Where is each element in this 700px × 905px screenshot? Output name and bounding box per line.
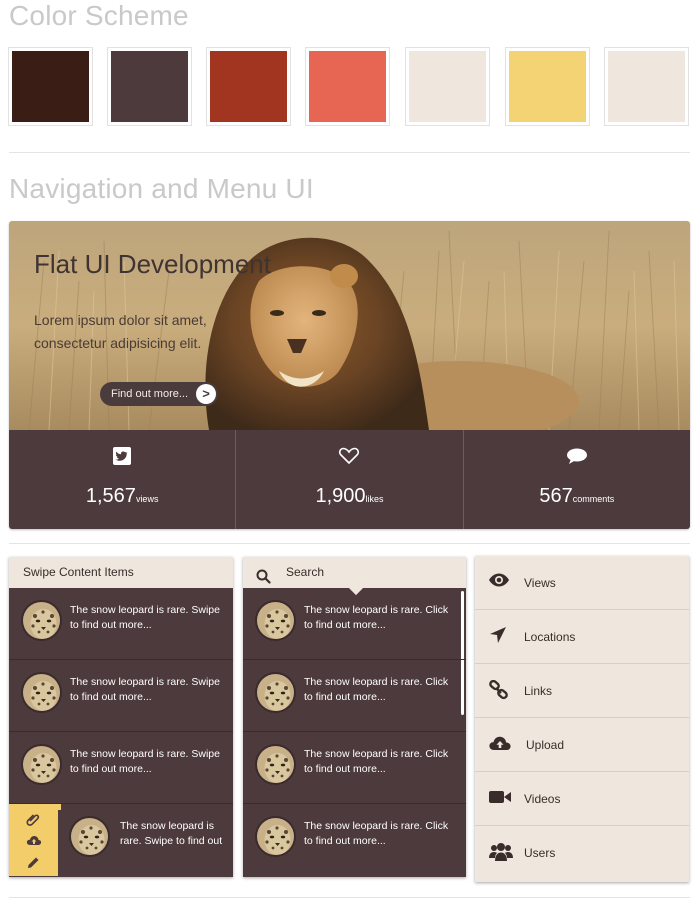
actions-tip bbox=[55, 804, 61, 810]
swatch-5 bbox=[405, 47, 490, 126]
snow-leopard-avatar bbox=[21, 600, 62, 641]
list-item[interactable]: The snow leopard is rare. Swipe to find … bbox=[9, 660, 233, 732]
snow-leopard-avatar bbox=[255, 744, 296, 785]
swatch-6 bbox=[505, 47, 590, 126]
menu-label: Views bbox=[524, 576, 556, 590]
snow-leopard-avatar bbox=[69, 816, 110, 857]
list-item[interactable]: The snow leopard is rare. Click to find … bbox=[243, 660, 466, 732]
menu-item-locations[interactable]: Locations bbox=[475, 610, 689, 664]
list-item-swiped[interactable]: The snow leopard is rare. Swipe to find … bbox=[9, 804, 233, 876]
swatch-7 bbox=[604, 47, 689, 126]
find-out-more-button[interactable]: Find out more... > bbox=[100, 382, 218, 406]
list-item[interactable]: The snow leopard is rare. Click to find … bbox=[243, 732, 466, 804]
list-item[interactable]: The snow leopard is rare. Click to find … bbox=[243, 588, 466, 660]
swatch-fill bbox=[111, 51, 188, 122]
stat-comments[interactable]: 567comments bbox=[464, 430, 690, 529]
item-text: The snow leopard is rare. Swipe to find … bbox=[120, 820, 223, 847]
arrow-right-icon: > bbox=[196, 384, 216, 404]
hero-text-line: consectetur adipisicing elit. bbox=[34, 335, 202, 351]
search-label: Search bbox=[286, 565, 325, 579]
link-icon bbox=[488, 679, 510, 703]
hero-text-line: Lorem ipsum dolor sit amet, bbox=[34, 312, 207, 328]
snow-leopard-avatar bbox=[21, 672, 62, 713]
swatch-fill bbox=[409, 51, 486, 122]
stats-bar: 1,567views 1,900likes 567comments bbox=[9, 430, 690, 529]
stat-value: 567 bbox=[539, 485, 573, 507]
swatch-3 bbox=[206, 47, 291, 126]
stat-views[interactable]: 1,567views bbox=[9, 430, 237, 529]
stat-value: 1,900 bbox=[315, 485, 366, 507]
menu-label: Users bbox=[524, 846, 556, 860]
button-label: Find out more... bbox=[111, 388, 189, 400]
side-menu: Views Locations Links Upload Videos User… bbox=[475, 556, 689, 882]
menu-item-views[interactable]: Views bbox=[475, 556, 689, 610]
divider bbox=[9, 543, 690, 544]
color-scheme-title: Color Scheme bbox=[9, 0, 189, 31]
menu-label: Links bbox=[524, 684, 553, 698]
swatch-2 bbox=[107, 47, 192, 126]
hero-description: Lorem ipsum dolor sit amet, consectetur … bbox=[34, 309, 219, 355]
lion-image: Flat UI Development Lorem ipsum dolor si… bbox=[9, 221, 690, 430]
location-arrow-icon bbox=[488, 626, 508, 647]
swatch-fill bbox=[309, 51, 386, 122]
color-swatches bbox=[8, 47, 690, 127]
item-text: The snow leopard is rare. Click to find … bbox=[304, 676, 449, 703]
snow-leopard-avatar bbox=[255, 672, 296, 713]
swatch-4 bbox=[305, 47, 390, 126]
swatch-fill bbox=[608, 51, 685, 122]
item-text: The snow leopard is rare. Swipe to find … bbox=[70, 748, 220, 775]
heart-icon bbox=[338, 447, 360, 470]
divider bbox=[9, 152, 690, 153]
twitter-icon bbox=[113, 447, 132, 470]
list-item[interactable]: The snow leopard is rare. Swipe to find … bbox=[9, 588, 233, 660]
video-camera-icon bbox=[488, 788, 512, 809]
item-text: The snow leopard is rare. Swipe to find … bbox=[70, 676, 220, 703]
users-icon bbox=[488, 842, 514, 865]
stat-likes[interactable]: 1,900likes bbox=[236, 430, 464, 529]
item-text: The snow leopard is rare. Click to find … bbox=[304, 748, 449, 775]
menu-item-links[interactable]: Links bbox=[475, 664, 689, 718]
navigation-title: Navigation and Menu UI bbox=[9, 173, 314, 204]
menu-item-upload[interactable]: Upload bbox=[475, 718, 689, 772]
snow-leopard-avatar bbox=[21, 744, 62, 785]
swipe-actions bbox=[9, 804, 61, 876]
paperclip-icon[interactable] bbox=[26, 812, 40, 829]
menu-item-users[interactable]: Users bbox=[475, 826, 689, 880]
item-text: The snow leopard is rare. Swipe to find … bbox=[70, 604, 220, 631]
list-item[interactable]: The snow leopard is rare. Swipe to find … bbox=[9, 732, 233, 804]
pencil-icon[interactable] bbox=[26, 856, 40, 873]
menu-label: Locations bbox=[524, 630, 576, 644]
swatch-fill bbox=[509, 51, 586, 122]
hero-title: Flat UI Development bbox=[34, 249, 271, 279]
search-panel: Search The snow leopard is rare. Click t… bbox=[243, 557, 466, 877]
swatch-fill bbox=[210, 51, 287, 122]
swatch-1 bbox=[8, 47, 93, 126]
swipe-content-panel: Swipe Content Items The snow leopard is … bbox=[9, 557, 233, 877]
cloud-upload-icon[interactable] bbox=[26, 834, 42, 849]
item-text: The snow leopard is rare. Click to find … bbox=[304, 820, 449, 847]
panel-header: Swipe Content Items bbox=[9, 557, 233, 588]
menu-item-videos[interactable]: Videos bbox=[475, 772, 689, 826]
stat-unit: likes bbox=[365, 494, 384, 504]
swatch-fill bbox=[12, 51, 89, 122]
item-text: The snow leopard is rare. Click to find … bbox=[304, 604, 449, 631]
list-item[interactable]: The snow leopard is rare. Click to find … bbox=[243, 804, 466, 876]
eye-icon bbox=[488, 572, 510, 591]
menu-label: Upload bbox=[526, 738, 565, 752]
divider bbox=[9, 897, 690, 898]
stat-unit: views bbox=[135, 494, 159, 504]
snow-leopard-avatar bbox=[255, 816, 296, 857]
menu-label: Videos bbox=[524, 792, 561, 806]
stat-value: 1,567 bbox=[85, 485, 136, 507]
search-bar[interactable]: Search bbox=[243, 557, 466, 596]
comment-icon bbox=[566, 447, 588, 470]
snow-leopard-avatar bbox=[255, 600, 296, 641]
hero-card: Flat UI Development Lorem ipsum dolor si… bbox=[9, 221, 690, 529]
stat-unit: comments bbox=[572, 494, 615, 504]
cloud-upload-icon bbox=[488, 734, 512, 755]
